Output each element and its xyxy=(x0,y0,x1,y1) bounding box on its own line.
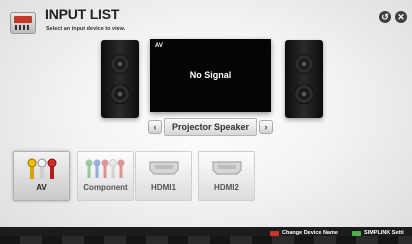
input-label: Component xyxy=(83,183,128,192)
input-label: HDMI2 xyxy=(214,183,239,192)
input-preview-screen: AV No Signal xyxy=(150,39,271,112)
chevron-right-icon: › xyxy=(264,122,268,132)
input-list-icon xyxy=(10,12,36,34)
input-tile-av[interactable]: AV xyxy=(13,151,70,201)
output-next-button[interactable]: › xyxy=(259,120,273,134)
red-key-icon xyxy=(270,231,279,236)
input-tile-hdmi1[interactable]: HDMI1 xyxy=(135,151,192,201)
speaker-cone-icon xyxy=(110,54,130,74)
input-label: AV xyxy=(36,183,47,192)
input-label: HDMI1 xyxy=(151,183,176,192)
component-connector-icon xyxy=(78,158,133,178)
page-subtitle: Select an input device to view. xyxy=(46,26,126,32)
close-icon: ✕ xyxy=(397,12,405,22)
left-speaker-image xyxy=(101,40,139,118)
close-button[interactable]: ✕ xyxy=(395,11,407,23)
right-speaker-image xyxy=(285,40,323,118)
input-tile-component[interactable]: Component xyxy=(77,151,134,201)
speaker-cone-icon xyxy=(110,84,130,104)
footer-decoration xyxy=(0,236,412,244)
speaker-cone-icon xyxy=(294,54,314,74)
input-tile-hdmi2[interactable]: HDMI2 xyxy=(198,151,255,201)
preview-source-label: AV xyxy=(155,43,163,49)
hdmi-port-icon xyxy=(136,158,191,178)
chevron-left-icon: ‹ xyxy=(153,122,157,132)
simplink-settings-button[interactable]: SIMPLINK Setti xyxy=(364,230,404,236)
output-prev-button[interactable]: ‹ xyxy=(148,120,162,134)
page-title: INPUT LIST xyxy=(45,6,120,22)
back-button[interactable]: ↺ xyxy=(379,11,391,23)
speaker-cone-icon xyxy=(294,84,314,104)
change-device-name-button[interactable]: Change Device Name xyxy=(282,230,338,236)
back-arrow-icon: ↺ xyxy=(381,12,389,22)
no-signal-message: No Signal xyxy=(189,70,232,80)
hdmi-port-icon xyxy=(199,158,254,178)
green-key-icon xyxy=(352,231,361,236)
av-connector-icon xyxy=(14,158,69,179)
audio-output-selector[interactable]: Projector Speaker xyxy=(164,118,257,136)
